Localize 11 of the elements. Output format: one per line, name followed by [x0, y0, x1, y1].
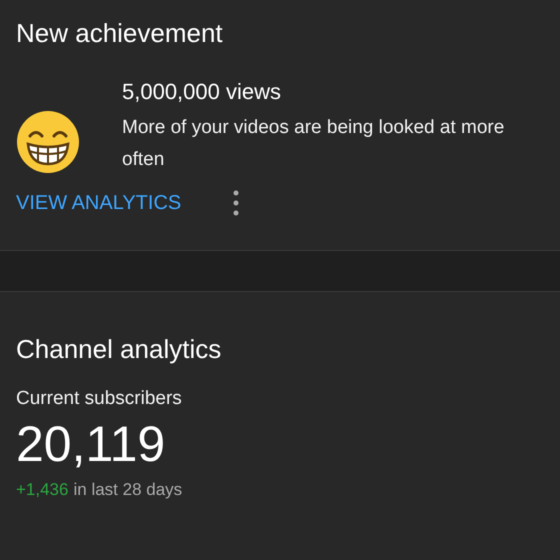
grinning-emoji-icon	[16, 110, 80, 174]
subscriber-change: +1,436	[16, 480, 68, 499]
card-title: New achievement	[16, 17, 224, 50]
more-options-icon[interactable]	[233, 190, 240, 216]
subscribers-label: Current subscribers	[16, 388, 183, 410]
card-title: Channel analytics	[16, 333, 222, 366]
subscriber-count: 20,119	[16, 415, 166, 474]
achievement-headline: 5,000,000 views	[122, 78, 282, 106]
change-period: in last 28 days	[73, 480, 182, 499]
achievement-description: More of your videos are being looked at more often	[122, 116, 506, 172]
view-analytics-link[interactable]: VIEW ANALYTICS	[16, 192, 182, 214]
